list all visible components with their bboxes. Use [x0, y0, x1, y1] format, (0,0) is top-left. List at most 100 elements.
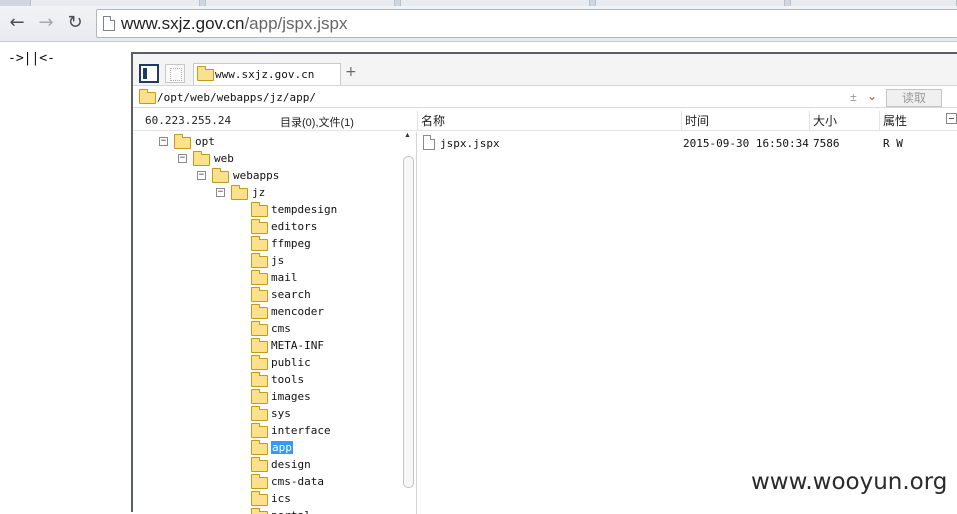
tree-node-webapps[interactable]: − webapps	[133, 168, 401, 185]
tree-item-tools[interactable]: tools	[133, 372, 401, 389]
column-header-attr[interactable]: 属性	[879, 111, 947, 131]
directory-tree: − opt − web − webapps − jz tempdesign editors ffmp…	[133, 132, 416, 514]
page-icon	[103, 16, 115, 31]
tree-item-label: webapps	[233, 169, 280, 182]
tree-item-cms[interactable]: cms	[133, 321, 401, 338]
browser-tabstrip	[0, 0, 957, 6]
column-header-name[interactable]: 名称	[417, 111, 681, 131]
folder-icon	[212, 168, 229, 183]
tree-item-meta-inf[interactable]: META-INF	[133, 338, 401, 355]
tree-item-label: editors	[271, 220, 318, 233]
arrow-right-icon: →	[38, 12, 54, 33]
tree-item-mencoder[interactable]: mencoder	[133, 304, 401, 321]
tree-item-ics[interactable]: ics	[133, 491, 401, 508]
tree-item-app[interactable]: app	[133, 440, 401, 457]
collapse-toggle-icon[interactable]: −	[178, 154, 187, 163]
tree-item-label: cms-data	[271, 475, 324, 488]
column-header-size[interactable]: 大小	[809, 111, 879, 131]
folder-icon	[197, 66, 214, 81]
tree-item-search[interactable]: search	[133, 287, 401, 304]
tree-item-label: design	[271, 458, 311, 471]
tree-item-label: opt	[195, 135, 215, 148]
address-bar[interactable]: www.sxjz.gov.cn/app/jspx.jspx	[96, 9, 957, 38]
file-row[interactable]: jspx.jspx 2015-09-30 16:50:34 7586 R W	[417, 134, 957, 152]
path-bar: /opt/web/webapps/jz/app/ ± ⌄ 读取	[133, 88, 957, 108]
new-tab-button[interactable]: +	[345, 64, 357, 80]
panel-toggle-button[interactable]	[139, 64, 159, 83]
tree-node-web[interactable]: − web	[133, 151, 401, 168]
folder-icon	[251, 253, 268, 268]
select-button[interactable]	[165, 64, 185, 83]
tree-item-label: sys	[271, 407, 291, 420]
collapse-toggle-icon[interactable]: −	[216, 188, 225, 197]
tree-node-opt[interactable]: − opt	[133, 134, 401, 151]
tree-item-ffmpeg[interactable]: ffmpeg	[133, 236, 401, 253]
tree-item-label: public	[271, 356, 311, 369]
collapse-toggle-icon[interactable]: −	[197, 171, 206, 180]
folder-icon	[251, 474, 268, 489]
folder-icon	[193, 151, 210, 166]
folder-icon	[231, 185, 248, 200]
folder-icon	[251, 406, 268, 421]
browser-tab[interactable]	[595, 0, 785, 6]
tree-item-label: jz	[252, 186, 266, 199]
back-button[interactable]: ←	[7, 13, 27, 33]
tree-item-label: ffmpeg	[271, 237, 311, 250]
url-host: www.sxjz.gov.cn	[121, 14, 245, 33]
tree-item-interface[interactable]: interface	[133, 423, 401, 440]
folder-icon	[251, 270, 268, 285]
tree-item-label: ics	[271, 492, 291, 505]
tree-item-js[interactable]: js	[133, 253, 401, 270]
tree-item-portal[interactable]: portal	[133, 508, 401, 514]
site-tab[interactable]: www.sxjz.gov.cn	[193, 63, 341, 85]
file-manager-toolbar: www.sxjz.gov.cn +	[133, 54, 957, 86]
tree-item-label: search	[271, 288, 311, 301]
browser-toolbar: ← → ↻ www.sxjz.gov.cn/app/jspx.jspx	[0, 0, 957, 42]
collapse-icon[interactable]	[946, 113, 957, 124]
browser-tab[interactable]	[205, 0, 395, 6]
file-size: 7586	[813, 137, 840, 150]
folder-icon	[251, 287, 268, 302]
tree-item-design[interactable]: design	[133, 457, 401, 474]
tree-item-label: tools	[271, 373, 305, 386]
tree-item-editors[interactable]: editors	[133, 219, 401, 236]
column-header-time[interactable]: 时间	[681, 111, 809, 131]
path-input[interactable]: /opt/web/webapps/jz/app/	[157, 91, 316, 104]
browser-tab[interactable]	[400, 0, 590, 6]
tree-item-mail[interactable]: mail	[133, 270, 401, 287]
folder-icon	[251, 423, 268, 438]
forward-button[interactable]: →	[36, 13, 56, 33]
tree-node-jz[interactable]: − jz	[133, 185, 401, 202]
tree-scrollbar[interactable]: ▲	[402, 132, 414, 514]
folder-icon	[174, 134, 191, 149]
file-manager-window: www.sxjz.gov.cn + /opt/web/webapps/jz/ap…	[131, 52, 957, 514]
folder-icon	[251, 389, 268, 404]
plus-minus-icon[interactable]: ±	[850, 90, 857, 104]
folder-icon	[139, 89, 156, 104]
address-url[interactable]: www.sxjz.gov.cn/app/jspx.jspx	[121, 14, 347, 34]
url-path: /app/jspx.jspx	[244, 14, 348, 33]
read-button[interactable]: 读取	[886, 89, 942, 107]
file-icon	[423, 135, 435, 150]
tree-item-images[interactable]: images	[133, 389, 401, 406]
chevron-down-icon[interactable]: ⌄	[867, 89, 877, 103]
browser-tab[interactable]	[30, 0, 200, 6]
tree-item-label: web	[214, 152, 234, 165]
browser-tab[interactable]	[790, 0, 957, 6]
collapse-toggle-icon[interactable]: −	[159, 137, 168, 146]
tree-item-label: mencoder	[271, 305, 324, 318]
tree-item-public[interactable]: public	[133, 355, 401, 372]
tree-item-label: js	[271, 254, 285, 267]
arrow-left-icon: ←	[9, 12, 25, 33]
tree-item-cms-data[interactable]: cms-data	[133, 474, 401, 491]
tree-item-sys[interactable]: sys	[133, 406, 401, 423]
scroll-up-icon[interactable]: ▲	[404, 132, 411, 139]
tree-item-tempdesign[interactable]: tempdesign	[133, 202, 401, 219]
site-tab-label: www.sxjz.gov.cn	[215, 68, 315, 81]
pane-divider[interactable]	[416, 132, 417, 514]
reload-button[interactable]: ↻	[65, 13, 85, 33]
scrollbar-thumb[interactable]	[403, 156, 414, 488]
folder-icon	[251, 304, 268, 319]
folder-icon	[251, 219, 268, 234]
page-left-text: ->||<-	[8, 51, 55, 66]
